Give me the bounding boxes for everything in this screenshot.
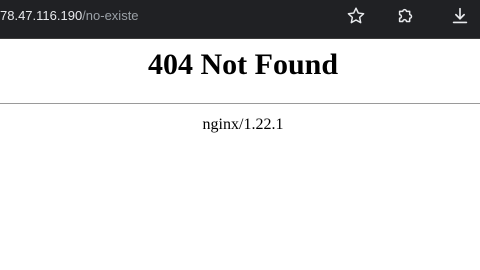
download-icon[interactable] (449, 5, 471, 27)
browser-toolbar: 78.47.116.190/no-existe (0, 0, 480, 39)
url-host: 78.47.116.190 (0, 8, 83, 23)
url-path: /no-existe (82, 8, 139, 23)
star-icon[interactable] (345, 5, 367, 27)
address-bar[interactable]: 78.47.116.190/no-existe (0, 7, 139, 25)
page-title: 404 Not Found (147, 48, 339, 81)
divider (0, 103, 480, 104)
server-version: nginx/1.22.1 (202, 116, 284, 133)
page-content: 404 Not Found nginx/1.22.1 (0, 39, 480, 270)
puzzle-icon[interactable] (395, 5, 417, 27)
